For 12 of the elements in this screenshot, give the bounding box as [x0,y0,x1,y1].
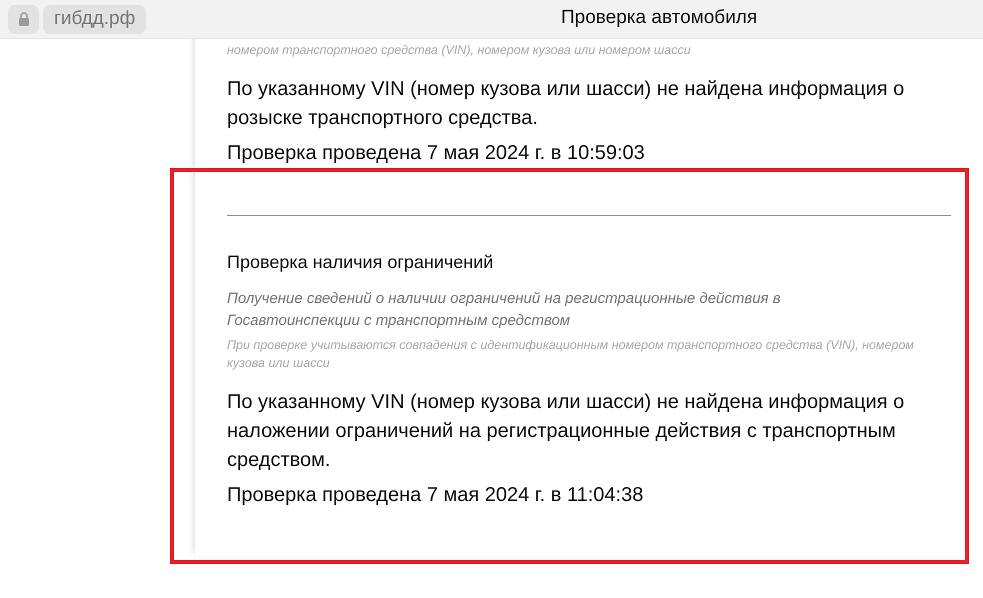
check-result: По указанному VIN (номер кузова или шасси) не найдена информация о наложении ограничений на регистрационные действия с транспортным средством. [227,390,906,473]
section-note: При проверке учитываются совпадения с идентификационным номером транспортного средства (VIN), номером кузова или шасси [227,337,915,372]
section-description: Получение сведений о наличии ограничений на регистрационные действия в Госавтоинспекции с транспортным средством [227,289,782,331]
domain-button[interactable]: гибдд.рф [43,4,146,34]
lock-button[interactable] [8,4,39,34]
lock-icon [18,12,30,26]
check-time: Проверка проведена 7 мая 2024 г. в 10:59:03 [227,141,646,165]
section-title: Проверка наличия ограничений [227,251,494,274]
page-title: Проверка автомобиля [561,7,758,29]
check-result: По указанному VIN (номер кузова или шасси) не найдена информация о розыске транспортного средства. [227,77,906,131]
section-note: номером транспортного средства (VIN), номером кузова или номером шасси [227,42,692,59]
check-time: Проверка проведена 7 мая 2024 г. в 11:04:38 [227,483,644,507]
